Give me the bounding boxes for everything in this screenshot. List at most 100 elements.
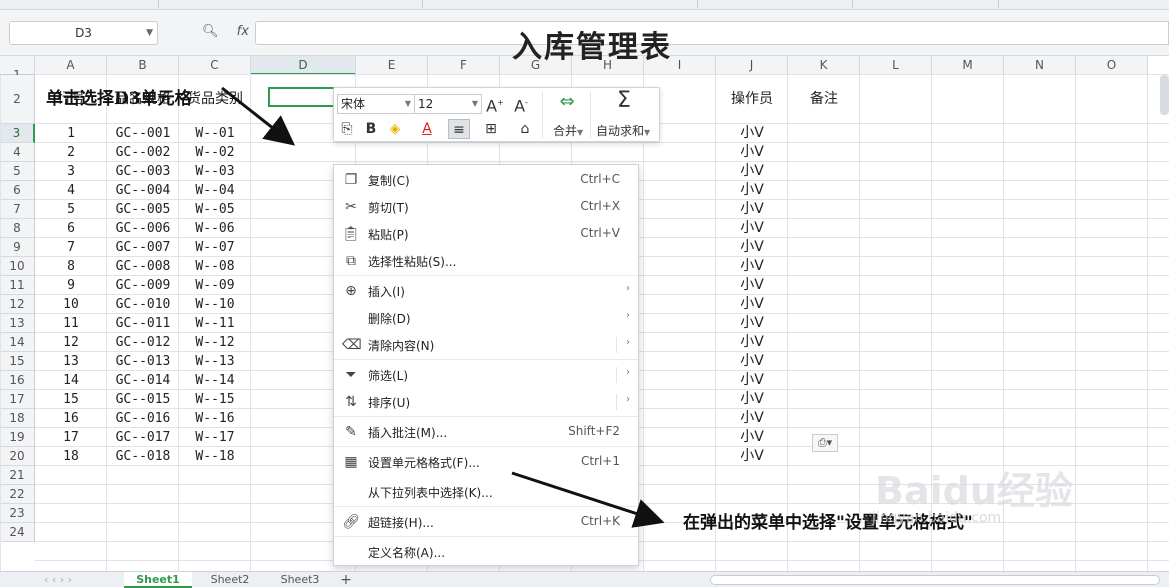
align-center-icon[interactable]: ≡	[448, 119, 470, 139]
cell-category[interactable]: W--10	[179, 295, 251, 314]
row-header-20[interactable]: 20	[0, 447, 35, 466]
cell-operator[interactable]: 小V	[716, 219, 788, 238]
vertical-scrollbar[interactable]	[1160, 75, 1169, 115]
column-header-C[interactable]: C	[179, 56, 251, 75]
font-size-select[interactable]: 12 ▼	[414, 94, 482, 114]
cell-category[interactable]: W--01	[179, 124, 251, 143]
cell-category[interactable]: W--12	[179, 333, 251, 352]
increase-font-icon[interactable]: A+	[484, 93, 506, 115]
row-header-3[interactable]: 3	[0, 124, 35, 143]
decrease-font-icon[interactable]: A-	[510, 93, 532, 115]
cell-operator[interactable]: 小V	[716, 181, 788, 200]
cell-category[interactable]: W--09	[179, 276, 251, 295]
zoom-icon[interactable]: 🔍︎	[202, 24, 219, 39]
column-header-A[interactable]: A	[35, 56, 107, 75]
cell-operator[interactable]: 小V	[716, 447, 788, 466]
format-painter-icon[interactable]: ⎘	[336, 119, 358, 139]
cell-operator[interactable]: 小V	[716, 409, 788, 428]
column-header-K[interactable]: K	[788, 56, 860, 75]
row-header-7[interactable]: 7	[0, 200, 35, 219]
fx-icon[interactable]: fx	[237, 24, 249, 39]
row-header-5[interactable]: 5	[0, 162, 35, 181]
row-header-8[interactable]: 8	[0, 219, 35, 238]
menu-item-10[interactable]: ✎ 插入批注(M)... Shift+F2	[334, 419, 638, 445]
add-sheet-icon[interactable]: +	[336, 572, 356, 588]
menu-item-8[interactable]: ⏷ 筛选(L) ›	[334, 362, 638, 388]
header-cell-J[interactable]: 操作员	[716, 75, 788, 124]
cell-product-code[interactable]: GC--012	[107, 333, 179, 352]
fill-color-icon[interactable]: ◈	[384, 119, 406, 139]
column-header-M[interactable]: M	[932, 56, 1004, 75]
row-header-14[interactable]: 14	[0, 333, 35, 352]
menu-item-7[interactable]: ⌫ 清除内容(N) ›	[334, 332, 638, 358]
cell-row-number[interactable]: 4	[35, 181, 107, 200]
column-header-E[interactable]: E	[356, 56, 428, 75]
cell-category[interactable]: W--05	[179, 200, 251, 219]
column-header-L[interactable]: L	[860, 56, 932, 75]
sum-icon[interactable]: Σ	[613, 90, 635, 112]
cell-product-code[interactable]: GC--010	[107, 295, 179, 314]
cell-operator[interactable]: 小V	[716, 124, 788, 143]
column-header-J[interactable]: J	[716, 56, 788, 75]
cell-product-code[interactable]: GC--007	[107, 238, 179, 257]
cell-product-code[interactable]: GC--008	[107, 257, 179, 276]
cell-row-number[interactable]: 9	[35, 276, 107, 295]
header-cell-K[interactable]: 备注	[788, 75, 860, 124]
cell-product-code[interactable]: GC--001	[107, 124, 179, 143]
cell-operator[interactable]: 小V	[716, 314, 788, 333]
cell-operator[interactable]: 小V	[716, 333, 788, 352]
column-header-B[interactable]: B	[107, 56, 179, 75]
cell-row-number[interactable]: 17	[35, 428, 107, 447]
cell-category[interactable]: W--17	[179, 428, 251, 447]
horizontal-scrollbar[interactable]	[710, 575, 1160, 585]
cell-category[interactable]: W--11	[179, 314, 251, 333]
menu-item-6[interactable]: 删除(D) ›	[334, 305, 638, 331]
merge-button[interactable]: 合并▼	[553, 122, 583, 139]
sheet-tab-sheet3[interactable]: Sheet3	[266, 572, 334, 588]
cell-row-number[interactable]: 18	[35, 447, 107, 466]
autosum-button[interactable]: 自动求和▼	[596, 122, 650, 139]
row-header-24[interactable]: 24	[0, 523, 35, 542]
menu-item-4[interactable]: ⧉ 选择性粘贴(S)...	[334, 248, 638, 274]
cell-category[interactable]: W--08	[179, 257, 251, 276]
cell-product-code[interactable]: GC--011	[107, 314, 179, 333]
cell-product-code[interactable]: GC--002	[107, 143, 179, 162]
menu-item-9[interactable]: ⇅ 排序(U) ›	[334, 389, 638, 415]
cell-operator[interactable]: 小V	[716, 371, 788, 390]
row-header-13[interactable]: 13	[0, 314, 35, 333]
row-header-2[interactable]: 2	[0, 75, 35, 124]
menu-item-14[interactable]: 定义名称(A)...	[334, 539, 638, 565]
tab-nav-arrows[interactable]: ‹ ‹ › ›	[8, 572, 108, 588]
cell-operator[interactable]: 小V	[716, 162, 788, 181]
cell-row-number[interactable]: 1	[35, 124, 107, 143]
menu-item-13[interactable]: 🔗︎ 超链接(H)... Ctrl+K	[334, 509, 638, 535]
menu-item-5[interactable]: ⊕ 插入(I) ›	[334, 278, 638, 304]
cell-row-number[interactable]: 14	[35, 371, 107, 390]
cell-category[interactable]: W--14	[179, 371, 251, 390]
sheet-tab-sheet2[interactable]: Sheet2	[196, 572, 264, 588]
row-header-11[interactable]: 11	[0, 276, 35, 295]
row-header-15[interactable]: 15	[0, 352, 35, 371]
row-header-6[interactable]: 6	[0, 181, 35, 200]
border-icon[interactable]: ⊞	[480, 119, 502, 139]
cell-product-code[interactable]: GC--004	[107, 181, 179, 200]
sheet-tab-sheet1[interactable]: Sheet1	[124, 572, 192, 588]
row-header-16[interactable]: 16	[0, 371, 35, 390]
cell-product-code[interactable]: GC--003	[107, 162, 179, 181]
merge-icon[interactable]: ⇔	[556, 92, 578, 112]
paste-options-icon[interactable]: ⎙▾	[812, 434, 838, 452]
menu-item-3[interactable]: 📋︎ 粘贴(P) Ctrl+V	[334, 221, 638, 247]
cell-product-code[interactable]: GC--017	[107, 428, 179, 447]
column-header-O[interactable]: O	[1076, 56, 1148, 75]
cell-row-number[interactable]: 12	[35, 333, 107, 352]
menu-item-11[interactable]: ▦ 设置单元格格式(F)... Ctrl+1	[334, 449, 638, 475]
cell-category[interactable]: W--07	[179, 238, 251, 257]
cell-category[interactable]: W--13	[179, 352, 251, 371]
row-header-22[interactable]: 22	[0, 485, 35, 504]
cell-row-number[interactable]: 11	[35, 314, 107, 333]
cell-row-number[interactable]: 5	[35, 200, 107, 219]
row-header-23[interactable]: 23	[0, 504, 35, 523]
row-header-4[interactable]: 4	[0, 143, 35, 162]
cell-operator[interactable]: 小V	[716, 276, 788, 295]
menu-item-1[interactable]: ❐ 复制(C) Ctrl+C	[334, 167, 638, 193]
